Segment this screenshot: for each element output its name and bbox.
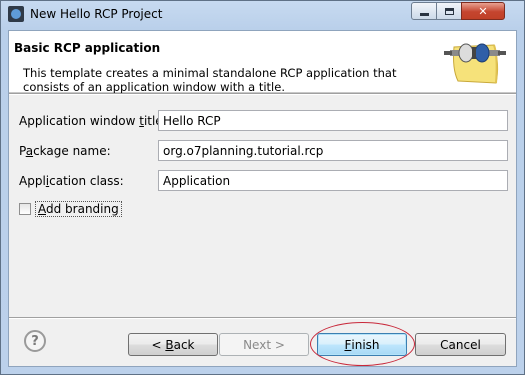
- banner-title: Basic RCP application: [14, 41, 161, 55]
- banner-description: This template creates a minimal standalo…: [23, 66, 397, 94]
- next-button[interactable]: Next >: [219, 333, 309, 356]
- wizard-banner: Basic RCP application This template crea…: [9, 31, 516, 94]
- finish-button[interactable]: Finish: [317, 333, 407, 356]
- cancel-button[interactable]: Cancel: [415, 333, 506, 356]
- package-name-label: Package name:: [19, 144, 111, 158]
- package-name-row: Package name:: [19, 140, 509, 162]
- window-title-row: Application window title:: [19, 110, 509, 132]
- window-title-input[interactable]: [158, 110, 508, 131]
- minimize-icon: [419, 12, 429, 16]
- window-title-label: Application window title:: [19, 114, 167, 128]
- application-class-label: Application class:: [19, 174, 124, 188]
- minimize-button[interactable]: [411, 2, 437, 20]
- back-button[interactable]: < Back: [128, 333, 218, 356]
- title-bar[interactable]: New Hello RCP Project ✕: [1, 1, 524, 29]
- application-class-input[interactable]: [158, 170, 508, 191]
- wizard-body: Basic RCP application This template crea…: [8, 30, 517, 367]
- eclipse-app-icon: [8, 6, 24, 22]
- help-button[interactable]: ?: [24, 330, 46, 352]
- add-branding-checkbox[interactable]: [19, 203, 31, 215]
- window-title: New Hello RCP Project: [30, 7, 163, 21]
- close-icon: ✕: [478, 4, 488, 18]
- maximize-button[interactable]: [436, 2, 462, 20]
- dialog-window: New Hello RCP Project ✕ Basic RCP applic…: [0, 0, 525, 375]
- package-name-input[interactable]: [158, 140, 508, 161]
- maximize-icon: [444, 7, 454, 15]
- help-icon: ?: [31, 333, 39, 349]
- add-branding-label[interactable]: Add branding: [35, 201, 122, 217]
- banner-separator: [9, 93, 516, 95]
- footer-separator: [9, 317, 516, 319]
- close-button[interactable]: ✕: [461, 2, 505, 20]
- application-class-row: Application class:: [19, 170, 509, 192]
- plugin-connector-icon: [444, 43, 506, 84]
